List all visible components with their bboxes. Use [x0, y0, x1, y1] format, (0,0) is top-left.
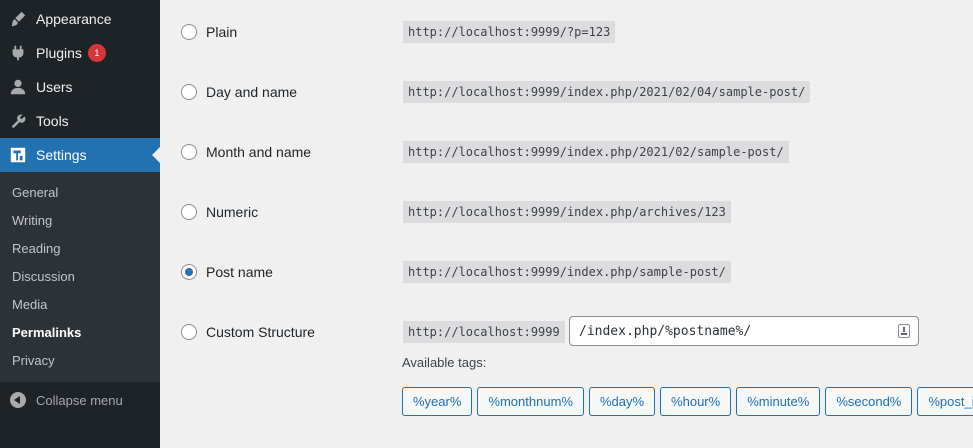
permalink-option-numeric[interactable]: Numeric http://localhost:9999/index.php/…	[160, 196, 973, 230]
collapse-menu-button[interactable]: Collapse menu	[0, 382, 160, 418]
menu-item-plugins[interactable]: Plugins 1	[0, 36, 160, 70]
radio-post-name[interactable]	[181, 264, 197, 280]
menu-label: Appearance	[36, 11, 112, 27]
menu-label: Settings	[36, 147, 87, 163]
radio-month-and-name[interactable]	[181, 144, 197, 160]
example-url: http://localhost:9999/index.php/archives…	[403, 201, 731, 223]
menu-item-tools[interactable]: Tools	[0, 104, 160, 138]
menu-item-settings[interactable]: Settings	[0, 138, 160, 172]
radio-custom-structure[interactable]	[181, 324, 197, 340]
available-tags-label: Available tags:	[402, 355, 487, 370]
tag-button-year[interactable]: %year%	[402, 387, 473, 416]
custom-structure-input[interactable]: /index.php/%postname%/	[569, 316, 919, 346]
radio-plain[interactable]	[181, 24, 197, 40]
example-url: http://localhost:9999/index.php/2021/02/…	[403, 81, 811, 103]
option-label: Plain	[206, 24, 238, 40]
user-icon	[8, 77, 28, 97]
plugin-icon	[8, 43, 28, 63]
option-label: Post name	[206, 264, 273, 280]
radio-numeric[interactable]	[181, 204, 197, 220]
tag-button-day[interactable]: %day%	[588, 387, 656, 416]
menu-label: Tools	[36, 113, 69, 129]
permalink-option-post-name[interactable]: Post name http://localhost:9999/index.ph…	[160, 256, 973, 290]
permalink-option-custom[interactable]: Custom Structure http://localhost:9999 /…	[160, 316, 973, 350]
custom-structure-value: /index.php/%postname%/	[579, 323, 752, 339]
menu-item-users[interactable]: Users	[0, 70, 160, 104]
option-label: Day and name	[206, 84, 298, 100]
option-label: Month and name	[206, 144, 312, 160]
option-label: Numeric	[206, 204, 259, 220]
custom-url-prefix: http://localhost:9999	[403, 321, 565, 343]
radio-day-and-name[interactable]	[181, 84, 197, 100]
submenu-item-writing[interactable]: Writing	[0, 207, 160, 235]
collapse-arrow-icon	[10, 392, 26, 408]
example-url: http://localhost:9999/index.php/sample-p…	[403, 261, 731, 283]
tag-button-monthnum[interactable]: %monthnum%	[477, 387, 584, 416]
paintbrush-icon	[8, 9, 28, 29]
wrench-icon	[8, 111, 28, 131]
tag-button-post-id[interactable]: %post_id%	[917, 387, 973, 416]
admin-sidebar: Appearance Plugins 1 Users Tools Setting…	[0, 0, 160, 448]
available-tags: %year% %monthnum% %day% %hour% %minute% …	[402, 387, 973, 416]
option-label: Custom Structure	[206, 324, 315, 340]
menu-label: Plugins	[36, 45, 82, 61]
permalink-option-month-and-name[interactable]: Month and name http://localhost:9999/ind…	[160, 136, 973, 170]
submenu-item-reading[interactable]: Reading	[0, 235, 160, 263]
submenu-item-media[interactable]: Media	[0, 291, 160, 319]
password-manager-icon[interactable]	[898, 324, 910, 338]
settings-icon	[8, 145, 28, 165]
settings-submenu: General Writing Reading Discussion Media…	[0, 172, 160, 382]
tag-button-second[interactable]: %second%	[825, 387, 913, 416]
submenu-item-privacy[interactable]: Privacy	[0, 347, 160, 375]
menu-label: Users	[36, 79, 73, 95]
permalink-option-day-and-name[interactable]: Day and name http://localhost:9999/index…	[160, 76, 973, 110]
example-url: http://localhost:9999/index.php/2021/02/…	[403, 141, 789, 163]
example-url: http://localhost:9999/?p=123	[403, 21, 616, 43]
submenu-item-discussion[interactable]: Discussion	[0, 263, 160, 291]
submenu-item-permalinks[interactable]: Permalinks	[0, 319, 160, 347]
collapse-label: Collapse menu	[36, 392, 123, 408]
update-count-badge: 1	[87, 44, 106, 62]
submenu-item-general[interactable]: General	[0, 179, 160, 207]
permalink-option-plain[interactable]: Plain http://localhost:9999/?p=123	[160, 16, 973, 50]
menu-item-appearance[interactable]: Appearance	[0, 2, 160, 36]
tag-button-minute[interactable]: %minute%	[736, 387, 821, 416]
tag-button-hour[interactable]: %hour%	[660, 387, 732, 416]
